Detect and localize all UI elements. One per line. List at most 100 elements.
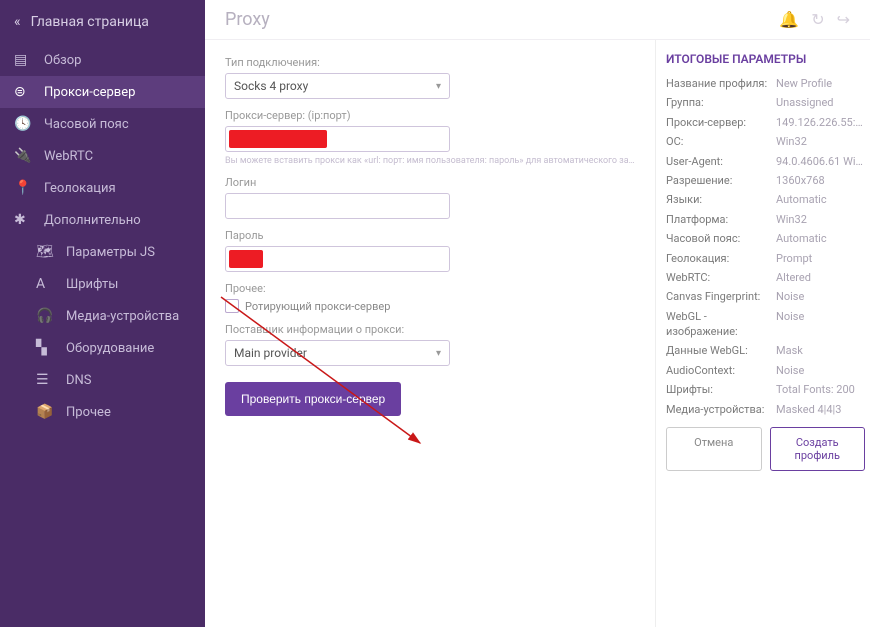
logout-icon[interactable]: ↪ <box>837 10 850 29</box>
bell-icon[interactable]: 🔔 <box>779 10 799 29</box>
main: Тип подключения: Socks 4 proxy ▾ Прокси-… <box>205 40 870 627</box>
summary-row: WebRTC:Altered <box>666 270 865 285</box>
sidebar-item-dns[interactable]: ☰ DNS <box>0 364 205 396</box>
summary-row-label: Прокси-сервер: <box>666 115 776 130</box>
summary-row-value: Masked 4|4|3 <box>776 402 865 417</box>
sidebar-item-label: Параметры JS <box>66 245 155 260</box>
topbar: Proxy 🔔 ↻ ↪ <box>205 0 870 40</box>
summary-row-label: Языки: <box>666 192 776 207</box>
sidebar-item-label: Медиа-устройства <box>66 309 179 324</box>
chip-icon: ▚ <box>36 340 58 356</box>
summary-row-label: Шрифты: <box>666 382 776 397</box>
summary-row-label: Canvas Fingerprint: <box>666 289 776 304</box>
summary-row-value: Win32 <box>776 134 865 149</box>
summary-row-label: User-Agent: <box>666 154 776 169</box>
summary-row-label: WebRTC: <box>666 270 776 285</box>
proxy-form: Тип подключения: Socks 4 proxy ▾ Прокси-… <box>205 40 655 627</box>
id-card-icon: ▤ <box>14 52 36 68</box>
home-link[interactable]: « Главная страница <box>0 6 205 44</box>
content: Proxy 🔔 ↻ ↪ Тип подключения: Socks 4 pro… <box>205 0 870 627</box>
chevron-left-icon: « <box>14 14 21 30</box>
summary-row: AudioContext:Noise <box>666 363 865 378</box>
sidebar-item-timezone[interactable]: 🕓 Часовой пояс <box>0 108 205 140</box>
summary-row-value: Noise <box>776 363 865 378</box>
location-icon: 📍 <box>14 180 36 196</box>
summary-row-label: Группа: <box>666 95 776 110</box>
summary-row-value: 1360x768 <box>776 173 865 188</box>
sidebar-item-overview[interactable]: ▤ Обзор <box>0 44 205 76</box>
summary-row-value: 94.0.4606.61 Windows <box>776 154 865 169</box>
summary-row: Прокси-сервер:149.126.226.55:13780/SOC..… <box>666 115 865 130</box>
summary-row-value: Automatic <box>776 192 865 207</box>
box-icon: 📦 <box>36 404 58 420</box>
sidebar-item-js-params[interactable]: 🗺 Параметры JS <box>0 236 205 268</box>
proxy-server-hint: Вы можете вставить прокси как «url: порт… <box>225 156 635 166</box>
plug-icon: 🔌 <box>14 148 36 164</box>
password-label: Пароль <box>225 229 635 242</box>
sidebar-item-media[interactable]: 🎧 Медиа-устройства <box>0 300 205 332</box>
font-icon: A <box>36 276 58 292</box>
summary-row-value: Unassigned <box>776 95 865 110</box>
sidebar: « Главная страница ▤ Обзор ⊜ Прокси-серв… <box>0 0 205 627</box>
summary-row-value: Noise <box>776 309 865 340</box>
rotating-proxy-checkbox[interactable] <box>225 299 239 313</box>
provider-select[interactable]: Main provider ▾ <box>225 340 450 366</box>
map-icon: 🗺 <box>36 244 58 260</box>
summary-row-value: Prompt <box>776 251 865 266</box>
sidebar-item-other[interactable]: 📦 Прочее <box>0 396 205 428</box>
sidebar-item-advanced[interactable]: ✱ Дополнительно <box>0 204 205 236</box>
proxy-server-label: Прокси-сервер: (ip:порт) <box>225 109 635 122</box>
login-input[interactable] <box>225 193 450 219</box>
sidebar-item-hardware[interactable]: ▚ Оборудование <box>0 332 205 364</box>
conn-type-value: Socks 4 proxy <box>234 79 308 93</box>
sidebar-item-label: Оборудование <box>66 341 154 356</box>
conn-type-label: Тип подключения: <box>225 56 635 69</box>
annotation-arrow-icon <box>215 291 435 451</box>
sidebar-item-geolocation[interactable]: 📍 Геолокация <box>0 172 205 204</box>
wifi-icon: ⊜ <box>14 84 36 100</box>
summary-row-value: Mask <box>776 343 865 358</box>
summary-row: Разрешение:1360x768 <box>666 173 865 188</box>
provider-label: Поставщик информации о прокси: <box>225 323 635 336</box>
chevron-down-icon: ▾ <box>436 81 441 92</box>
provider-value: Main provider <box>234 346 307 360</box>
check-proxy-button[interactable]: Проверить прокси-сервер <box>225 382 401 416</box>
password-input[interactable] <box>225 246 450 272</box>
asterisk-icon: ✱ <box>14 212 36 228</box>
summary-rows: Название профиля:New ProfileГруппа:Unass… <box>666 76 865 417</box>
conn-type-select[interactable]: Socks 4 proxy ▾ <box>225 73 450 99</box>
proxy-server-input[interactable] <box>225 126 450 152</box>
clock-icon: 🕓 <box>14 116 36 132</box>
summary-row-label: Данные WebGL: <box>666 343 776 358</box>
summary-row: Медиа-устройства:Masked 4|4|3 <box>666 402 865 417</box>
summary-row: ОС:Win32 <box>666 134 865 149</box>
summary-row-label: Разрешение: <box>666 173 776 188</box>
sidebar-item-label: WebRTC <box>44 149 93 164</box>
sidebar-item-proxy[interactable]: ⊜ Прокси-сервер <box>0 76 205 108</box>
summary-row-label: Платформа: <box>666 212 776 227</box>
summary-row-value: Automatic <box>776 231 865 246</box>
sidebar-item-label: Прочее <box>66 405 111 420</box>
sidebar-item-fonts[interactable]: A Шрифты <box>0 268 205 300</box>
refresh-icon[interactable]: ↻ <box>811 10 824 29</box>
sidebar-item-label: Обзор <box>44 53 81 68</box>
summary-buttons: Отмена Создать профиль <box>666 427 865 471</box>
sidebar-item-webrtc[interactable]: 🔌 WebRTC <box>0 140 205 172</box>
summary-row-value: Noise <box>776 289 865 304</box>
summary-row-label: WebGL - изображение: <box>666 309 776 340</box>
redacted-block <box>229 130 327 148</box>
summary-row-value: Win32 <box>776 212 865 227</box>
headphones-icon: 🎧 <box>36 308 58 324</box>
cancel-button[interactable]: Отмена <box>666 427 762 471</box>
summary-row-label: ОС: <box>666 134 776 149</box>
summary-row: Canvas Fingerprint:Noise <box>666 289 865 304</box>
summary-row: WebGL - изображение:Noise <box>666 309 865 340</box>
page-title: Proxy <box>225 9 270 30</box>
summary-row-label: Медиа-устройства: <box>666 402 776 417</box>
home-label: Главная страница <box>31 14 149 30</box>
sidebar-item-label: Прокси-сервер <box>44 85 135 100</box>
summary-row-label: AudioContext: <box>666 363 776 378</box>
sidebar-item-label: DNS <box>66 373 92 388</box>
summary-row: Платформа:Win32 <box>666 212 865 227</box>
create-profile-button[interactable]: Создать профиль <box>770 427 866 471</box>
